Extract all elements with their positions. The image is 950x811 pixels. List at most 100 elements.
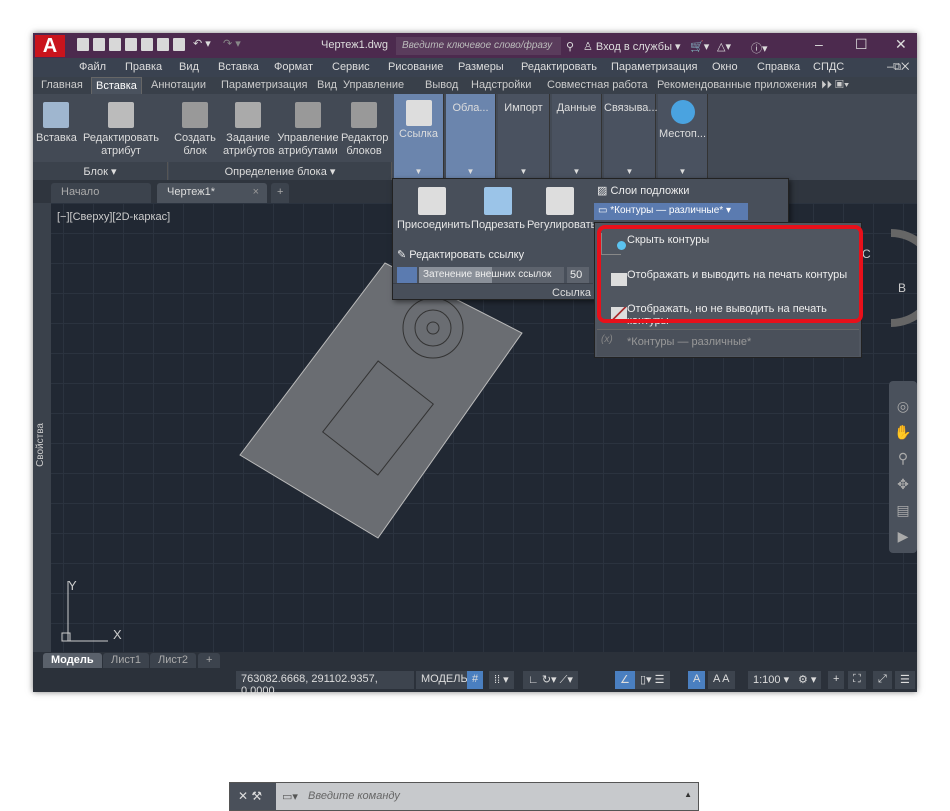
a360-icon[interactable]: △▾: [717, 40, 731, 53]
undo-icon[interactable]: ↶ ▾: [193, 37, 211, 50]
app-menu-button[interactable]: A: [35, 35, 65, 57]
insert-block-icon: [43, 102, 69, 128]
cart-icon[interactable]: 🛒▾: [690, 40, 709, 53]
grid-toggle-icon[interactable]: #: [467, 671, 484, 689]
fullscreen-icon[interactable]: ⤢: [873, 671, 892, 689]
clip-button[interactable]: Подрезать: [471, 187, 525, 231]
import-panel-button[interactable]: Импорт ▼: [498, 94, 550, 180]
data-panel-button[interactable]: Данные ▼: [552, 94, 602, 180]
tab-featured-apps[interactable]: Рекомендованные приложения: [653, 79, 821, 91]
binoculars-icon[interactable]: ⚲: [566, 40, 574, 53]
attach-button[interactable]: Присоединить: [397, 187, 470, 231]
menu-draw[interactable]: Рисование: [388, 61, 443, 73]
ortho-toggle-icon[interactable]: ∟ ↻▾ ⟋▾: [523, 671, 578, 689]
osnap-toggle-icon[interactable]: ∠: [615, 671, 635, 689]
frame-select[interactable]: ▭ *Контуры — различные* ▾: [594, 203, 748, 220]
tab-manage[interactable]: Управление: [339, 79, 408, 91]
menu-view[interactable]: Вид: [179, 61, 199, 73]
object-tracking-icon[interactable]: ▯▾ ☰: [635, 671, 670, 689]
tab-view[interactable]: Вид: [313, 79, 341, 91]
save-as-icon[interactable]: [125, 38, 137, 51]
xref-fade-icon[interactable]: [397, 267, 417, 284]
menu-parametric[interactable]: Параметризация: [611, 61, 697, 73]
block-panel-title[interactable]: Блок ▾: [33, 162, 168, 180]
block-editor-button[interactable]: Редактор блоков: [341, 102, 388, 158]
snap-toggle-icon[interactable]: ⁞⁞ ▾: [489, 671, 514, 689]
add-layout-button[interactable]: +: [198, 653, 221, 668]
define-attributes-button[interactable]: Задание атрибутов: [223, 102, 275, 158]
block-definition-panel-title[interactable]: Определение блока ▾: [169, 162, 392, 180]
menu-modify[interactable]: Редактировать: [521, 61, 597, 73]
menu-dimension[interactable]: Размеры: [458, 61, 504, 73]
tab-home[interactable]: Главная: [37, 79, 87, 91]
command-expand-icon[interactable]: ▲: [684, 790, 692, 799]
annotation-scale-select[interactable]: 1:100 ▾: [748, 671, 795, 689]
publish-icon[interactable]: [141, 38, 153, 51]
tab-addins[interactable]: Надстройки: [467, 79, 535, 91]
menu-insert[interactable]: Вставка: [218, 61, 259, 73]
coordinates-readout[interactable]: 763082.6668, 291102.9357, 0.0000: [236, 671, 414, 697]
tab-insert[interactable]: Вставка: [91, 77, 142, 94]
tab-collaborate[interactable]: Совместная работа: [543, 79, 652, 91]
tab-layout2[interactable]: Лист2: [150, 653, 197, 668]
xref-fade-value[interactable]: 50: [567, 267, 589, 284]
menu-help[interactable]: Справка: [757, 61, 800, 73]
adjust-button[interactable]: Регулировать: [527, 187, 596, 231]
tab-annotate[interactable]: Аннотации: [147, 79, 210, 91]
close-tab-icon[interactable]: ×: [253, 186, 259, 198]
menu-tools[interactable]: Сервис: [332, 61, 370, 73]
tab-drawing1[interactable]: Чертеж1* ×: [157, 183, 267, 203]
print-icon[interactable]: [173, 38, 185, 51]
linking-panel-button[interactable]: Связыва... ▼: [604, 94, 658, 180]
tab-parametric[interactable]: Параметризация: [217, 79, 311, 91]
tab-model[interactable]: Модель: [43, 653, 102, 668]
command-history-icon[interactable]: ▭▾: [282, 790, 298, 803]
insert-block-button[interactable]: Вставка: [36, 102, 77, 145]
geolocation-panel-button[interactable]: Местоп... ▼: [658, 94, 708, 180]
xref-fade-slider[interactable]: Затенение внешних ссылок: [419, 267, 564, 284]
manage-attributes-button[interactable]: Управление атрибутами: [277, 102, 339, 158]
viewcube-east[interactable]: В: [898, 281, 906, 295]
create-block-button[interactable]: Создать блок: [173, 102, 217, 158]
command-input[interactable]: Введите команду: [308, 790, 400, 802]
more-tabs-icon[interactable]: ⏵⏵ ▣▾: [817, 79, 853, 92]
maximize-button[interactable]: ☐: [855, 36, 868, 53]
menu-window[interactable]: Окно: [712, 61, 738, 73]
menu-spds[interactable]: СПДС: [813, 61, 844, 73]
close-button[interactable]: ✕: [895, 36, 907, 53]
new-tab-button[interactable]: +: [271, 183, 290, 203]
signin-button[interactable]: ♙ Вход в службы ▾: [583, 40, 681, 53]
workspace-gear-icon[interactable]: ⚙ ▾: [793, 671, 822, 689]
isolate-icon[interactable]: ⛶: [848, 671, 866, 689]
save-icon[interactable]: [109, 38, 121, 51]
nav-tools-icon[interactable]: ◎ ✋ ⚲ ✥ ▤ ▶: [889, 393, 917, 549]
annotation-scale-icon[interactable]: A A: [708, 671, 735, 689]
minimize-button[interactable]: –: [815, 36, 823, 52]
reference-panel-button[interactable]: Ссылка ▼: [394, 94, 444, 180]
point-cloud-panel-button[interactable]: Обла... ▼: [446, 94, 496, 180]
viewcube-north[interactable]: С: [862, 247, 871, 261]
mobile-icon[interactable]: [157, 38, 169, 51]
underlay-layers-button[interactable]: ▨ Слои подложки: [597, 184, 689, 197]
model-space-toggle[interactable]: МОДЕЛЬ: [416, 671, 473, 689]
plus-icon[interactable]: +: [828, 671, 845, 689]
tab-start[interactable]: Начало: [51, 183, 151, 203]
tab-layout1[interactable]: Лист1: [103, 653, 150, 668]
annotation-visibility-icon[interactable]: A: [688, 671, 706, 689]
navigation-bar[interactable]: ◎ ✋ ⚲ ✥ ▤ ▶: [889, 381, 917, 553]
menu-format[interactable]: Формат: [274, 61, 313, 73]
redo-icon[interactable]: ↷ ▾: [223, 37, 241, 50]
help-icon[interactable]: ⓘ▾: [751, 40, 768, 56]
search-input[interactable]: Введите ключевое слово/фразу: [396, 37, 561, 55]
menu-edit[interactable]: Правка: [125, 61, 162, 73]
customize-menu-icon[interactable]: ☰: [895, 671, 915, 689]
command-line[interactable]: ✕ ⚒ ▭▾ Введите команду ▲: [229, 782, 699, 811]
command-close-icon[interactable]: ✕ ⚒: [230, 783, 276, 810]
open-icon[interactable]: [93, 38, 105, 51]
edit-attribute-button[interactable]: Редактировать атрибут: [81, 102, 161, 158]
tab-output[interactable]: Вывод: [421, 79, 462, 91]
restore-doc-icon[interactable]: –⧉✕: [887, 61, 909, 74]
new-icon[interactable]: [77, 38, 89, 51]
edit-reference-button[interactable]: ✎ Редактировать ссылку: [397, 248, 524, 261]
menu-file[interactable]: Файл: [79, 61, 106, 73]
